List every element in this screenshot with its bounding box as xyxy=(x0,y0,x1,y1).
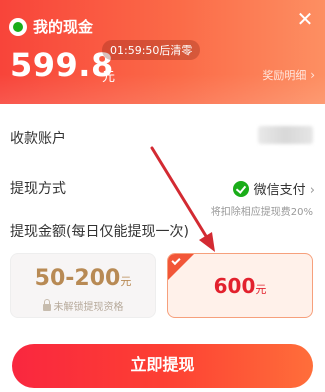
option-value-text: 50-200 xyxy=(34,266,121,291)
amount-option-600[interactable]: 600元 xyxy=(167,253,313,318)
option-unit: 元 xyxy=(255,283,267,296)
option-value: 600元 xyxy=(168,274,312,298)
amount-label: 提现金额(每日仅能提现一次) xyxy=(10,224,189,240)
title-row: 我的现金 xyxy=(9,16,93,37)
cash-header: 我的现金 ✕ 599.8 元 01:59:50后清零 奖励明细 xyxy=(0,0,325,104)
reward-details-link[interactable]: 奖励明细 xyxy=(262,67,315,83)
method-label: 提现方式 xyxy=(10,181,66,197)
locked-note: 未解锁提现资格 xyxy=(11,298,155,313)
option-value: 50-200元 xyxy=(11,266,155,291)
option-unit: 元 xyxy=(120,275,132,288)
payment-method-selector[interactable]: 微信支付 xyxy=(232,179,315,198)
cash-unit: 元 xyxy=(102,70,116,85)
payment-method-value: 微信支付 xyxy=(254,179,315,198)
lock-icon xyxy=(42,299,51,311)
wechat-pay-icon xyxy=(232,180,249,197)
fee-note: 将扣除相应提现费20% xyxy=(210,207,313,218)
close-icon[interactable]: ✕ xyxy=(294,8,316,30)
locked-note-text: 未解锁提现资格 xyxy=(53,302,124,313)
expiry-timer-badge: 01:59:50后清零 xyxy=(102,40,201,60)
option-value-text: 600 xyxy=(213,274,256,298)
amount-option-50-200[interactable]: 50-200元 未解锁提现资格 xyxy=(10,253,156,318)
page-title: 我的现金 xyxy=(33,18,94,36)
wechat-logo-icon xyxy=(9,17,27,36)
account-label: 收款账户 xyxy=(10,131,66,147)
cash-amount: 599.8 xyxy=(10,46,114,84)
account-value-blurred[interactable] xyxy=(258,126,313,144)
withdraw-now-button[interactable]: 立即提现 xyxy=(12,344,313,388)
